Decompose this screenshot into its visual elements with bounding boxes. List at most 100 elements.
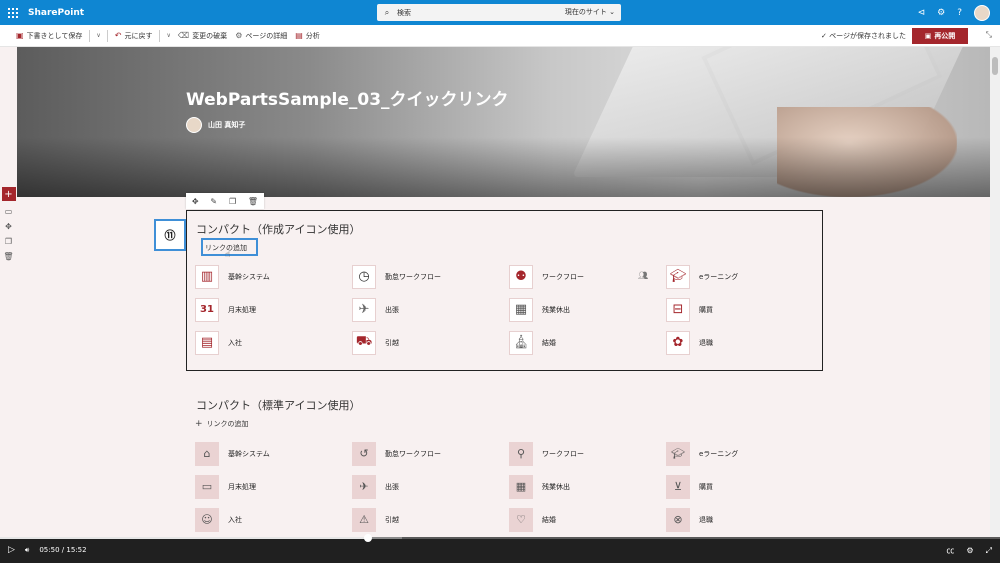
elearning-icon: 🎓︎ — [666, 264, 690, 289]
gear-icon[interactable]: ⚙ — [937, 8, 945, 18]
volume-icon[interactable]: 🔊︎ — [25, 546, 29, 555]
list-item[interactable]: ⛪︎ 結婚 — [509, 326, 666, 359]
delete-icon[interactable]: 🗑︎ — [248, 197, 258, 206]
city-icon: ⌂ — [195, 441, 219, 466]
mouse-cursor-icon: ☝ — [225, 250, 231, 260]
help-icon[interactable]: ? — [957, 8, 962, 18]
save-draft-button[interactable]: ▣ 下書きとして保存 — [12, 31, 86, 41]
add-section-button[interactable]: + — [1, 187, 16, 201]
list-item[interactable]: ▥ 基幹システム — [195, 260, 352, 293]
list-item[interactable]: ✿ 退職 — [666, 326, 823, 359]
add-person-icon: ☺ — [195, 507, 219, 532]
section-toolbox: + ▭ ✥ ❐ 🗑︎ — [0, 187, 17, 261]
list-item[interactable]: ⊻ 購買 — [666, 470, 823, 503]
workflow-icon: ⚉ — [509, 264, 533, 289]
megaphone-icon[interactable]: ⊲ — [918, 8, 926, 18]
quicklinks-grid-custom: ▥ 基幹システム ◷ 勤怠ワークフロー ⚉ ワークフロー 🎓︎ eラーニング 31 月末処… — [195, 260, 823, 359]
chevron-down-icon[interactable]: ∨ — [163, 32, 173, 39]
list-item[interactable]: ⚠ 引越 — [352, 503, 509, 536]
search-box[interactable]: ⌕ 検索 現在のサイト ⌄ — [377, 4, 621, 21]
page-title[interactable]: WebPartsSample_03_クイックリンク — [186, 85, 509, 110]
delete-icon[interactable]: 🗑︎ — [3, 252, 13, 261]
vertical-scrollbar[interactable] — [990, 47, 1000, 537]
clock-icon: ◷ — [352, 264, 376, 289]
video-time: 05:50 / 15:52 — [39, 546, 87, 554]
list-item[interactable]: ⚉ ワークフロー — [509, 260, 666, 293]
divider — [89, 29, 91, 42]
command-bar: ▣ 下書きとして保存 ∨ ↶ 元に戻す ∨ ⌫ 変更の破棄 ⚙ ページの詳細 ▤… — [0, 25, 1000, 47]
new-employee-icon: ▤ — [195, 330, 219, 355]
suite-bar: SharePoint ⌕ 検索 現在のサイト ⌄ ⊲ ⚙ ? — [0, 0, 1000, 25]
history-icon: ↺ — [352, 441, 376, 466]
list-item[interactable]: ▭ 月末処理 — [195, 470, 352, 503]
republish-button[interactable]: ▣ 再公開 — [912, 28, 968, 44]
shopping-cart-icon: ⊻ — [666, 474, 690, 499]
duplicate-icon[interactable]: ❐ — [229, 197, 236, 206]
brand-name[interactable]: SharePoint — [28, 8, 84, 18]
settings-gear-icon[interactable]: ⚙ — [966, 546, 973, 555]
video-buffer-bar — [368, 537, 402, 539]
hero-image-hands — [777, 107, 957, 197]
play-icon[interactable]: ▷ — [8, 545, 15, 555]
church-icon: ⛪︎ — [509, 330, 533, 355]
list-item[interactable]: ↺ 勤怠ワークフロー — [352, 437, 509, 470]
video-progress-knob[interactable] — [364, 534, 372, 542]
list-item[interactable]: ⌂ 基幹システム — [195, 437, 352, 470]
list-item[interactable]: 🎓︎ eラーニング — [666, 260, 823, 293]
chevron-down-icon[interactable]: ∨ — [93, 32, 103, 39]
list-item[interactable]: ◷ 勤怠ワークフロー — [352, 260, 509, 293]
webpart-title[interactable]: コンパクト（標準アイコン使用） — [196, 397, 360, 413]
save-icon: ▣ — [16, 31, 24, 40]
webpart-title[interactable]: コンパクト（作成アイコン使用） — [196, 221, 360, 237]
analytics-button[interactable]: ▤ 分析 — [291, 31, 324, 41]
list-item[interactable]: ✈ 出張 — [352, 293, 509, 326]
app-launcher-icon[interactable] — [0, 0, 26, 25]
gear-icon: ⚙ — [235, 31, 243, 40]
collapse-icon[interactable]: ⤡ — [986, 30, 992, 40]
fullscreen-icon[interactable]: ⤢ — [986, 546, 992, 556]
hero-banner — [17, 47, 990, 197]
list-item[interactable]: ▦ 残業休出 — [509, 293, 666, 326]
airplane-icon: ✈ — [352, 297, 376, 322]
analytics-icon: ▤ — [295, 31, 303, 40]
edit-section-icon[interactable]: ▭ — [5, 207, 13, 216]
move-icon[interactable]: ✥ — [5, 222, 12, 231]
remove-person-icon: ⊗ — [666, 507, 690, 532]
list-item[interactable]: 31 月末処理 — [195, 293, 352, 326]
annotation-number: ⑪ — [154, 219, 186, 251]
search-placeholder: 検索 — [397, 8, 411, 17]
search-icon: ⌕ — [384, 7, 390, 17]
flow-icon: ⚲ — [509, 441, 533, 466]
list-item[interactable]: ⚲ ワークフロー — [509, 437, 666, 470]
list-item[interactable]: ▤ 入社 — [195, 326, 352, 359]
list-item[interactable]: ⊗ 退職 — [666, 503, 823, 536]
undo-icon: ↶ — [114, 31, 122, 40]
list-item[interactable]: ⛟ 引越 — [352, 326, 509, 359]
republish-icon: ▣ — [924, 32, 932, 40]
list-item[interactable]: ✈ 出張 — [352, 470, 509, 503]
add-link-button[interactable]: + リンクの追加 — [195, 419, 249, 429]
list-item[interactable]: ☺ 入社 — [195, 503, 352, 536]
user-avatar[interactable] — [974, 4, 990, 21]
edit-pencil-icon[interactable]: ✎ — [210, 197, 217, 206]
timesheet-icon: ▦ — [509, 474, 533, 499]
list-item[interactable]: ♡ 結婚 — [509, 503, 666, 536]
author-name: 山田 真知子 — [208, 121, 246, 129]
save-status: ✓ ページが保存されました — [821, 32, 906, 40]
captions-icon[interactable]: ㏄ — [946, 545, 954, 556]
discard-changes-button[interactable]: ⌫ 変更の破棄 — [174, 31, 231, 41]
list-item[interactable]: 🎓︎ eラーニング — [666, 437, 823, 470]
author-byline: 山田 真知子 — [186, 117, 245, 133]
undo-button[interactable]: ↶ 元に戻す — [111, 31, 157, 41]
video-player-controls: ▷ 🔊︎ 05:50 / 15:52 ㏄ ⚙ ⤢ — [0, 534, 1000, 563]
author-avatar — [186, 117, 202, 133]
search-scope-dropdown[interactable]: 現在のサイト ⌄ — [565, 7, 615, 17]
page-details-button[interactable]: ⚙ ページの詳細 — [231, 31, 291, 41]
list-item[interactable]: ▦ 残業休出 — [509, 470, 666, 503]
divider — [106, 29, 108, 42]
airplane-icon: ✈ — [352, 474, 376, 499]
scrollbar-thumb[interactable] — [992, 57, 998, 75]
duplicate-icon[interactable]: ❐ — [5, 237, 12, 246]
list-item[interactable]: ⊟ 購買 — [666, 293, 823, 326]
move-icon[interactable]: ✥ — [192, 197, 199, 206]
